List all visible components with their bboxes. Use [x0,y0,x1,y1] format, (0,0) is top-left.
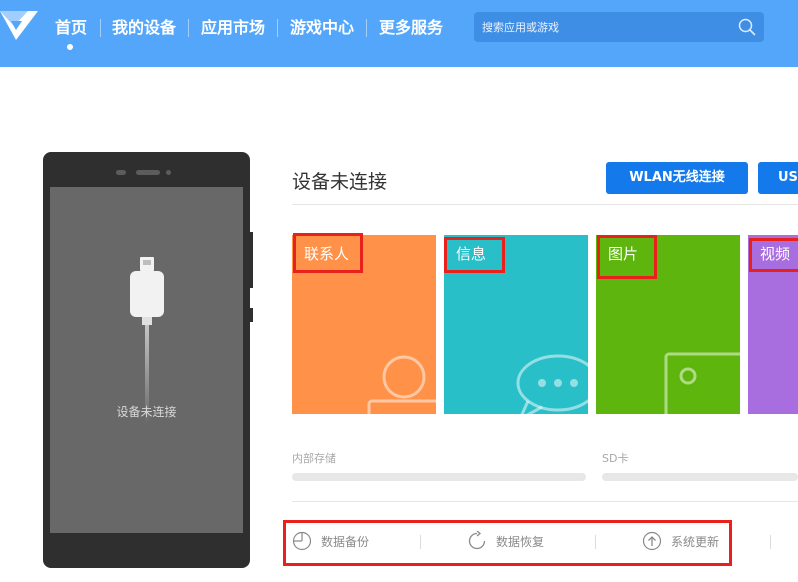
sd-card-label: SD卡 [602,452,629,465]
nav-separator [100,19,101,37]
storage-divider [292,501,798,502]
sd-card-bar [602,473,798,481]
nav-my-devices[interactable]: 我的设备 [112,17,176,39]
nav-more-services[interactable]: 更多服务 [379,17,443,39]
phone-side-button [250,232,253,288]
highlight-box [293,233,363,273]
search-input[interactable] [474,12,729,42]
top-navigation-bar: 首页 我的设备 应用市场 游戏中心 更多服务 [0,0,798,67]
usb-connect-button[interactable]: USB连接 [758,162,798,194]
phone-side-button [250,308,253,322]
highlight-box [283,520,732,566]
header-divider [292,204,798,205]
phone-sensor [116,170,126,175]
search-box[interactable] [474,12,764,42]
highlight-box [444,237,505,273]
phone-speaker [136,170,160,175]
nav-separator [366,19,367,37]
app-logo-icon[interactable] [0,6,40,46]
phone-status-text: 设备未连接 [116,405,177,419]
device-status-title: 设备未连接 [292,171,388,193]
internal-storage-label: 内部存储 [292,452,336,465]
nav-game-center[interactable]: 游戏中心 [290,17,354,39]
phone-screen: 设备未连接 [50,187,243,533]
nav-separator [277,19,278,37]
nav-app-market[interactable]: 应用市场 [201,17,265,39]
phone-camera [166,170,171,175]
nav-home[interactable]: 首页 [55,17,87,39]
message-icon [516,354,588,414]
active-nav-indicator [67,44,73,50]
usb-cable-icon [130,257,164,425]
picture-icon [664,352,740,414]
phone-illustration: 设备未连接 [43,152,250,568]
nav-separator [188,19,189,37]
wlan-connect-button[interactable]: WLAN无线连接 [606,162,748,194]
action-separator [770,535,771,549]
highlight-box [597,235,657,279]
search-icon[interactable] [738,18,756,36]
highlight-box [749,238,798,272]
contact-icon [367,355,436,414]
internal-storage-bar [292,473,586,481]
